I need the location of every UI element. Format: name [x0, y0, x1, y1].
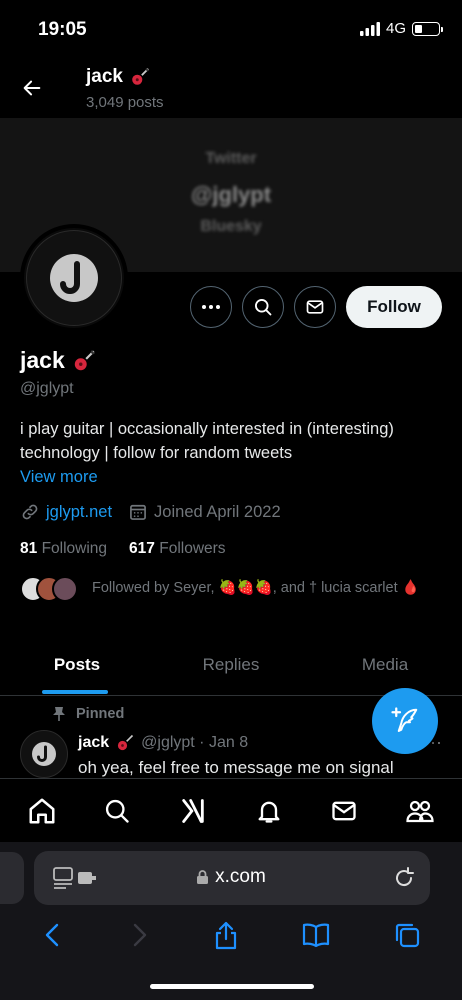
- followers-label: Followers: [159, 540, 226, 557]
- followers-count: 617: [129, 540, 155, 557]
- network-label: 4G: [385, 20, 406, 37]
- follow-button[interactable]: Follow: [346, 286, 442, 328]
- safari-bottom-bar: [0, 912, 462, 958]
- profile-display-name: jack: [20, 347, 65, 373]
- banner-line-1: Twitter: [205, 150, 257, 167]
- link-icon: [22, 504, 38, 520]
- following-stat[interactable]: 81 Following: [20, 540, 107, 558]
- joined-date: Joined April 2022: [154, 502, 281, 521]
- bottom-nav: [0, 778, 462, 842]
- bookmarks-icon[interactable]: [301, 922, 331, 948]
- nav-notifications[interactable]: [249, 791, 289, 831]
- header-title: jack: [86, 66, 151, 88]
- profile-handle: @jglypt: [20, 380, 74, 397]
- grok-icon: [182, 798, 204, 823]
- tweet-handle-date: @jglypt · Jan 8: [141, 734, 249, 751]
- profile-meta: jglypt.net Joined April 2022: [20, 502, 297, 522]
- status-indicators: 4G: [359, 20, 443, 37]
- tweet-avatar[interactable]: [20, 730, 68, 778]
- tweet-author[interactable]: jack: [78, 734, 109, 752]
- tab-replies[interactable]: Replies: [154, 650, 308, 695]
- nav-explore[interactable]: [97, 791, 137, 831]
- tweet-text: oh yea, feel free to message me on signa…: [78, 758, 394, 777]
- guitar-icon: [132, 67, 150, 85]
- mail-icon: [306, 300, 324, 314]
- follower-avatar-3: [52, 576, 78, 602]
- back-icon[interactable]: [41, 922, 65, 948]
- url-text: x.com: [215, 866, 266, 887]
- profile-avatar[interactable]: [20, 224, 128, 332]
- home-indicator: [150, 984, 314, 989]
- compose-icon: [391, 707, 418, 732]
- search-icon: [106, 799, 130, 823]
- profile-name: jack: [20, 347, 97, 374]
- nav-grok[interactable]: [173, 791, 213, 831]
- follow-stats: 81 Following 617 Followers: [20, 540, 226, 558]
- calendar-icon: [130, 504, 146, 520]
- lock-icon: [197, 870, 209, 884]
- nav-home[interactable]: [22, 791, 62, 831]
- following-count: 81: [20, 540, 38, 557]
- pin-icon: [53, 707, 65, 721]
- more-icon: [202, 305, 220, 309]
- guitar-icon: [74, 349, 95, 370]
- profile-bio: i play guitar | occasionally interested …: [20, 417, 450, 465]
- people-icon: [406, 800, 434, 822]
- share-icon[interactable]: [213, 920, 239, 950]
- reload-button[interactable]: [392, 866, 416, 890]
- following-label: Following: [41, 540, 108, 557]
- back-arrow-icon: [23, 80, 41, 96]
- pinned-label: Pinned: [76, 706, 125, 722]
- more-button[interactable]: [190, 286, 232, 328]
- website-item[interactable]: jglypt.net: [20, 502, 112, 522]
- guitar-icon: [118, 734, 134, 751]
- forward-icon[interactable]: [127, 922, 151, 948]
- tweet-header: jack @jglypt · Jan 8: [78, 733, 248, 753]
- post-count: 3,049 posts: [86, 94, 164, 111]
- back-button[interactable]: [16, 72, 48, 104]
- mail-icon: [332, 801, 357, 820]
- search-icon: [255, 299, 272, 316]
- bio-line-2: technology | follow for random tweets: [20, 444, 293, 462]
- avatar-j-logo: [50, 254, 98, 302]
- banner-line-2: @jglypt: [190, 182, 272, 207]
- battery-icon: [412, 21, 443, 36]
- website-link[interactable]: jglypt.net: [46, 503, 112, 522]
- nav-messages[interactable]: [324, 791, 364, 831]
- tabs-icon[interactable]: [393, 921, 421, 949]
- bio-line-1: i play guitar | occasionally interested …: [20, 420, 394, 438]
- nav-communities[interactable]: [400, 791, 440, 831]
- tab-media[interactable]: Media: [308, 650, 462, 695]
- message-button[interactable]: [294, 286, 336, 328]
- active-tab-indicator: [42, 690, 108, 694]
- pinned-indicator: Pinned: [52, 706, 124, 722]
- followed-by-text: Followed by Seyer, 🍓🍓🍓, and † lucia scar…: [92, 580, 420, 596]
- avatar-j-logo: [32, 742, 56, 766]
- bell-icon: [258, 801, 280, 823]
- compose-button[interactable]: [372, 688, 438, 754]
- tab-posts[interactable]: Posts: [0, 650, 154, 695]
- view-more-link[interactable]: View more: [20, 468, 98, 487]
- followers-stat[interactable]: 617 Followers: [129, 540, 226, 558]
- joined-item: Joined April 2022: [128, 502, 281, 522]
- header-name: jack: [86, 66, 123, 87]
- signal-icon: [359, 21, 380, 36]
- home-icon: [29, 798, 55, 823]
- reload-icon: [396, 867, 414, 887]
- status-time: 19:05: [38, 19, 87, 40]
- search-profile-button[interactable]: [242, 286, 284, 328]
